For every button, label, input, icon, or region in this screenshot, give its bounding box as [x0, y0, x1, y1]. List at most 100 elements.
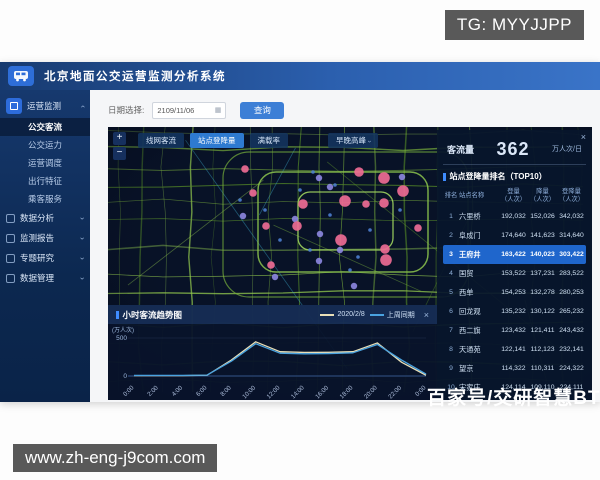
alighting-cell: 140,023	[528, 251, 557, 258]
station-marker-large	[380, 244, 390, 254]
sidebar-item[interactable]: 出行特征	[0, 172, 90, 190]
content-area: 日期选择: 2109/11/06 ▦ 查询 + − 线网客流站点登降量满载率 早晚…	[90, 90, 600, 402]
total-cell: 232,141	[557, 346, 586, 353]
date-value: 2109/11/06	[157, 106, 194, 115]
boarding-cell: 154,253	[499, 289, 528, 296]
rank-cell: 7	[443, 327, 459, 334]
station-marker-large	[262, 222, 270, 230]
query-button[interactable]: 查询	[240, 102, 284, 119]
station-name-cell: 阜成门	[459, 231, 499, 241]
station-marker-medium	[337, 247, 343, 253]
divider	[443, 164, 586, 165]
station-name-cell: 六里桥	[459, 212, 499, 222]
svg-text:22:00: 22:00	[387, 384, 403, 400]
svg-text:14:00: 14:00	[290, 384, 306, 400]
station-marker-large	[339, 195, 351, 207]
total-cell: 243,432	[557, 327, 586, 334]
station-marker-medium	[272, 274, 278, 280]
station-name-cell: 国贸	[459, 269, 499, 279]
chart-title: 小时客流趋势图	[123, 309, 183, 321]
alighting-cell: 137,231	[528, 270, 557, 277]
table-row[interactable]: 7西二旗123,432121,411243,432	[443, 321, 586, 340]
total-cell: 280,253	[557, 289, 586, 296]
dashboard-window: 北京地面公交运营监测分析系统 运营监测›公交客流公交运力运营调度出行特征乘客服务…	[0, 62, 600, 402]
ranking-title: 站点登降量排名（TOP10）	[450, 171, 547, 182]
accent-bar	[443, 173, 446, 181]
map-tab[interactable]: 早晚高峰›	[328, 133, 378, 148]
boarding-cell: 123,432	[499, 327, 528, 334]
boarding-cell: 163,422	[499, 251, 528, 258]
station-marker-small	[298, 188, 302, 192]
map-zoom-controls: + −	[113, 132, 126, 160]
station-marker-large	[298, 199, 308, 209]
ranking-table-body: 1六里桥192,032152,026342,0322阜成门174,640141,…	[443, 207, 586, 397]
zoom-out-button[interactable]: −	[113, 147, 126, 160]
sidebar-item[interactable]: 乘客服务	[0, 190, 90, 208]
sidebar-group[interactable]: 数据管理›	[0, 268, 90, 288]
table-row[interactable]: 4国贸153,522137,231283,522	[443, 264, 586, 283]
boarding-cell: 122,141	[499, 346, 528, 353]
table-row[interactable]: 3王府井163,422140,023303,422	[443, 245, 586, 264]
calendar-icon: ▦	[215, 106, 222, 114]
map-tab[interactable]: 站点登降量	[190, 133, 244, 148]
rank-cell: 3	[443, 251, 459, 258]
rank-cell: 9	[443, 365, 459, 372]
date-input[interactable]: 2109/11/06 ▦	[152, 102, 226, 119]
close-icon[interactable]: ×	[581, 132, 586, 142]
station-marker-small	[308, 248, 312, 252]
sidebar-item[interactable]: 公交客流	[0, 118, 90, 136]
sidebar-item[interactable]: 公交运力	[0, 136, 90, 154]
station-marker-large	[335, 234, 347, 246]
sidebar-group-label: 监测报告	[20, 232, 81, 244]
watermark-url-badge: www.zh-eng-j9com.com	[13, 444, 217, 472]
table-row[interactable]: 6回龙观135,232130,122265,232	[443, 302, 586, 321]
app-header: 北京地面公交运营监测分析系统	[0, 62, 600, 90]
sidebar-group[interactable]: 数据分析›	[0, 208, 90, 228]
date-label: 日期选择:	[108, 104, 144, 116]
sidebar-group[interactable]: 运营监测›	[0, 94, 90, 118]
total-cell: 224,322	[557, 365, 586, 372]
close-icon[interactable]: ×	[424, 310, 429, 320]
legend-item[interactable]: 2020/2/8	[320, 311, 364, 318]
map-tab[interactable]: 线网客流	[138, 133, 184, 148]
table-row[interactable]: 1六里桥192,032152,026342,032	[443, 207, 586, 226]
boarding-cell: 153,522	[499, 270, 528, 277]
chevron-down-icon: ›	[362, 140, 377, 142]
date-toolbar: 日期选择: 2109/11/06 ▦ 查询	[108, 100, 592, 120]
station-marker-small	[368, 228, 372, 232]
station-marker-large	[292, 221, 302, 231]
monitor-report-icon	[6, 234, 15, 243]
chevron-down-icon: ›	[78, 257, 87, 260]
station-name-cell: 西二旗	[459, 326, 499, 336]
data-analysis-icon	[6, 214, 15, 223]
station-name-cell: 望京	[459, 364, 499, 374]
table-row[interactable]: 5西单154,253132,278280,253	[443, 283, 586, 302]
map-canvas[interactable]: + − 线网客流站点登降量满载率 早晚高峰› × 客流量 362 万人次/日 站点…	[108, 127, 592, 400]
svg-text:20:00: 20:00	[363, 384, 379, 400]
legend-item[interactable]: 上周同期	[370, 310, 415, 320]
table-row[interactable]: 8天通苑122,141112,123232,141	[443, 340, 586, 359]
legend-label: 上周同期	[387, 310, 415, 320]
ranking-table-header: 排名站点名称登量（人次）降量（人次）登降量（人次）	[443, 188, 586, 204]
alighting-cell: 130,122	[528, 308, 557, 315]
flow-value: 362	[497, 139, 530, 160]
watermark-overlay-text: 百家号/交研智慧BTI	[427, 383, 600, 410]
sidebar-group[interactable]: 监测报告›	[0, 228, 90, 248]
ranking-header-cell: 登降量（人次）	[557, 188, 586, 204]
table-row[interactable]: 9望京114,322110,311224,322	[443, 359, 586, 378]
station-marker-small	[348, 268, 352, 272]
svg-text:0:00: 0:00	[414, 384, 428, 398]
stats-panel: × 客流量 362 万人次/日 站点登降量排名（TOP10） 排名站点名称登量（…	[437, 130, 592, 400]
flow-unit: 万人次/日	[552, 144, 582, 154]
ranking-title-row: 站点登降量排名（TOP10）	[443, 171, 586, 182]
zoom-in-button[interactable]: +	[113, 132, 126, 145]
sidebar-item[interactable]: 运营调度	[0, 154, 90, 172]
rank-cell: 8	[443, 346, 459, 353]
ranking-header-cell: 降量（人次）	[528, 188, 557, 204]
table-row[interactable]: 2阜成门174,640141,623314,640	[443, 226, 586, 245]
map-tab[interactable]: 满载率	[250, 133, 289, 148]
chevron-down-icon: ›	[78, 217, 87, 220]
watermark-telegram-badge: TG: MYYJJPP	[445, 10, 584, 40]
sidebar-group[interactable]: 专题研究›	[0, 248, 90, 268]
svg-text:0: 0	[123, 373, 127, 380]
